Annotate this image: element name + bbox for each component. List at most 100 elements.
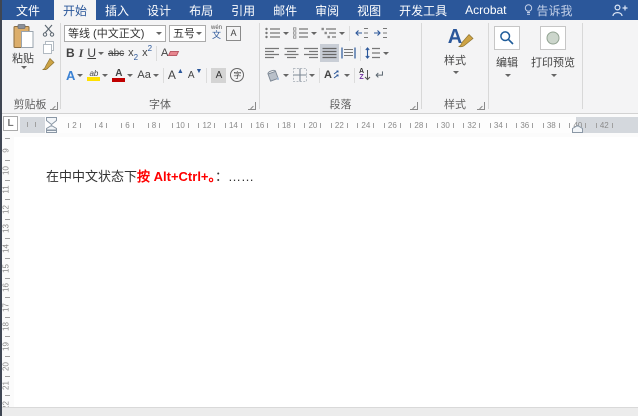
tab-selector[interactable]: L [3,116,18,131]
document-text-segment: 按 Alt+Ctrl+。 [137,169,216,184]
tab-审阅[interactable]: 审阅 [306,0,348,20]
line-spacing-dropdown-arrow-icon [383,51,389,55]
clipboard-icon [13,24,33,48]
bullets-button[interactable] [263,24,291,42]
hanging-indent-marker[interactable] [46,125,57,133]
editing-button[interactable]: 编辑 [493,26,521,77]
clipboard-mini-buttons [42,24,55,71]
h-ruler-number: 2 [61,117,87,133]
h-ruler-number: 38 [538,117,564,133]
h-ruler-number: 34 [485,117,511,133]
tab-开发工具[interactable]: 开发工具 [390,0,456,20]
menu-bar: 文件 开始 插入 设计 布局 引用 邮件 审阅 视图 开发工具 Acrobat 告诉我 [0,0,638,20]
paragraph-dialog-launcher-icon[interactable] [410,102,418,110]
numbering-button[interactable] [291,24,319,42]
character-border-button[interactable]: A [224,24,243,42]
distribute-button[interactable] [339,44,358,62]
phonetic-guide-button[interactable]: wén 文 [209,24,224,42]
tab-开始[interactable]: 开始 [54,0,97,20]
grow-font-button[interactable]: A ▲ [166,66,186,84]
phonetic-guide-icon: wén 文 [211,25,223,40]
copy-icon[interactable] [42,41,55,54]
share-button[interactable] [602,0,638,20]
styles-button-label: 样式 [444,55,466,67]
styles-dropdown-arrow-icon [453,71,459,74]
shrink-font-button[interactable]: A ▼ [186,66,205,84]
tell-me-label: 告诉我 [536,3,573,18]
clear-formatting-button[interactable]: A [159,44,180,62]
borders-button[interactable] [291,66,317,84]
bold-button[interactable]: B [64,44,77,62]
vertical-ruler[interactable]: 9 10 11 12 13 14 15 16 17 18 19 20 21 22 [0,137,14,410]
enclose-characters-button[interactable]: 字 [228,66,246,84]
change-case-button[interactable]: Aa [135,66,160,84]
multilevel-dropdown-arrow-icon [339,31,345,35]
align-center-button[interactable] [282,44,301,62]
sort-button[interactable]: A Z [357,66,373,84]
show-marks-button[interactable]: ↵ [373,66,387,84]
styles-dialog-launcher-icon[interactable] [477,102,485,110]
tell-me[interactable]: 告诉我 [516,0,581,20]
highlight-color-button[interactable]: ab [85,66,110,84]
right-indent-marker[interactable] [572,125,583,133]
character-shading-button[interactable]: A [209,66,228,84]
justify-icon [322,47,337,59]
underline-dropdown-arrow-icon [98,51,105,55]
align-left-button[interactable] [263,44,282,62]
multilevel-list-button[interactable] [319,24,347,42]
sort-arrow-icon [364,70,371,81]
horizontal-ruler[interactable]: 2 4 6 8 10 12 14 16 18 20 22 24 26 28 30 32 34 36 38 40 42 [20,117,638,133]
asian-layout-arrows-icon [333,70,339,79]
strikethrough-button[interactable]: abc [106,44,126,62]
superscript-button[interactable]: x2 [140,44,154,62]
subscript-button[interactable]: x2 [126,44,140,62]
paste-dropdown-arrow-icon [21,66,27,69]
font-name-combo[interactable]: 等线 (中文正文) [64,24,166,42]
v-ruler-number: 14 [1,244,11,253]
font-dialog-launcher-icon[interactable] [248,102,256,110]
styles-icon: A [448,25,474,49]
cut-icon[interactable] [42,24,55,37]
editing-dropdown-arrow-icon [505,74,511,77]
document-line: 在中中文状态下按 Alt+Ctrl+。：…… [46,168,254,185]
paste-button[interactable]: 粘贴 [6,24,40,69]
tab-file[interactable]: 文件 [2,0,54,20]
h-ruler-number: 30 [432,117,458,133]
tab-视图[interactable]: 视图 [348,0,390,20]
align-right-button[interactable] [301,44,320,62]
print-preview-button[interactable]: 打印预览 [531,26,575,77]
first-line-indent-marker[interactable] [46,117,57,125]
document-canvas[interactable]: 在中中文状态下按 Alt+Ctrl+。：…… [14,137,638,407]
decrease-indent-button[interactable] [352,24,371,42]
italic-button[interactable]: I [77,44,86,62]
justify-button[interactable] [320,44,339,62]
tab-Acrobat[interactable]: Acrobat [456,0,515,20]
underline-button[interactable]: U [85,44,106,62]
shading-button[interactable] [263,66,291,84]
shrink-arrow-icon: ▼ [195,67,203,75]
line-spacing-button[interactable] [363,44,391,62]
format-painter-icon[interactable] [42,58,55,71]
increase-indent-button[interactable] [371,24,390,42]
v-ruler-number: 9 [1,148,11,153]
text-effects-dropdown-arrow-icon [77,73,84,77]
text-effects-button[interactable]: A [64,66,85,84]
tab-引用[interactable]: 引用 [222,0,264,20]
paste-label: 粘贴 [12,53,34,65]
bullets-icon [265,27,280,39]
styles-button[interactable]: A 样式 [432,25,478,74]
font-color-button[interactable]: A [110,66,135,84]
tab-邮件[interactable]: 邮件 [264,0,306,20]
asian-layout-button[interactable]: A [322,66,352,84]
font-size-combo[interactable]: 五号 [169,24,206,42]
line-spacing-icon [365,47,380,59]
preview-circle-icon [546,31,560,45]
tab-插入[interactable]: 插入 [96,0,138,20]
v-ruler-number: 16 [1,283,11,293]
paint-bucket-icon [267,69,279,82]
align-center-icon [284,47,299,59]
print-preview-label: 打印预览 [531,57,575,69]
tab-布局[interactable]: 布局 [180,0,222,20]
tab-设计[interactable]: 设计 [138,0,180,20]
clipboard-dialog-launcher-icon[interactable] [50,102,58,110]
